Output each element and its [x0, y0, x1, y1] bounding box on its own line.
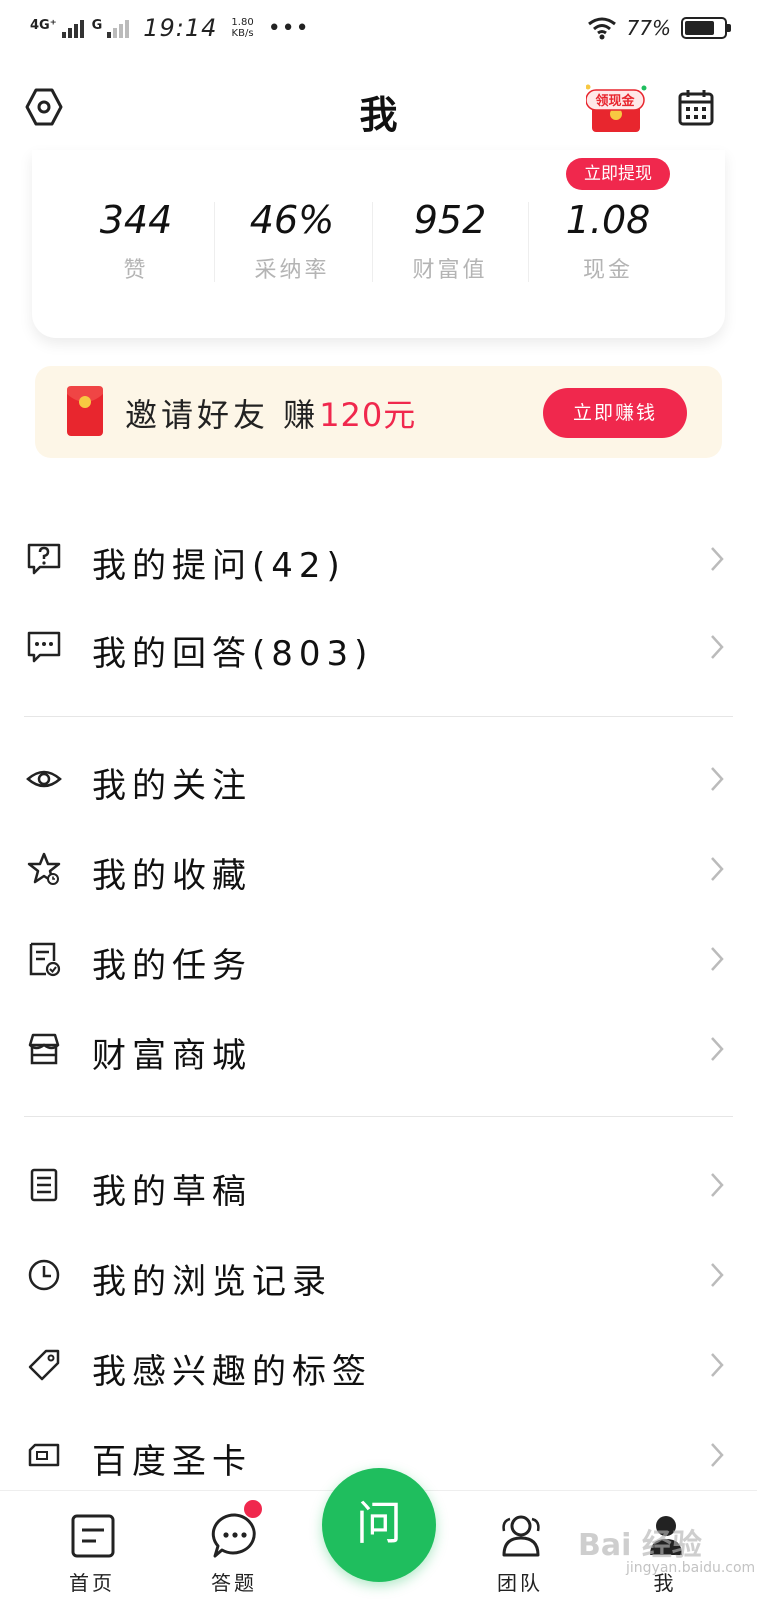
battery-percent: 77%	[626, 16, 671, 40]
stat-adoption-rate[interactable]: 46% 采纳率	[212, 198, 372, 284]
watermark: Bai 经验	[578, 1528, 702, 1563]
chevron-right-icon	[711, 547, 724, 571]
menu-my-questions[interactable]: 我的提问(42)	[0, 514, 757, 604]
menu-browsing-history[interactable]: 我的浏览记录	[0, 1230, 757, 1320]
watermark-url: jingyan.baidu.com	[626, 1560, 756, 1576]
chevron-right-icon	[711, 1353, 724, 1377]
ask-question-button[interactable]: 问	[322, 1468, 436, 1582]
section-divider	[24, 1116, 733, 1117]
stat-cash[interactable]: 1.08 现金	[528, 198, 688, 284]
more-dots-icon: •••	[267, 15, 310, 41]
tab-home[interactable]: 首页	[32, 1491, 152, 1601]
chat-icon	[211, 1513, 256, 1558]
calendar-icon[interactable]	[676, 88, 716, 128]
clock-icon	[28, 1259, 60, 1291]
invite-banner[interactable]: 邀请好友 赚120元 立即赚钱	[35, 366, 722, 458]
cash-envelope-icon[interactable]: 领现金	[586, 84, 648, 134]
home-icon	[71, 1514, 115, 1558]
section-divider	[24, 716, 733, 717]
chevron-right-icon	[711, 767, 724, 791]
eye-icon	[26, 770, 62, 788]
menu-my-tasks[interactable]: 我的任务	[0, 914, 757, 1004]
status-bar: 4G⁺ G 19:14 1.80 KB/s ••• 77%	[0, 0, 757, 56]
chevron-right-icon	[711, 947, 724, 971]
withdraw-now-tag[interactable]: 立即提现	[566, 158, 670, 190]
stats-card: 立即提现 344 赞 46% 采纳率 952 财富值 1.08 现金	[32, 150, 725, 338]
chevron-right-icon	[711, 1263, 724, 1287]
chevron-right-icon	[711, 1173, 724, 1197]
tab-answer[interactable]: 答题	[174, 1491, 294, 1601]
chevron-right-icon	[711, 1443, 724, 1467]
battery-icon	[681, 17, 731, 39]
cash-badge-label: 领现金	[595, 93, 635, 109]
menu-wealth-store[interactable]: 财富商城	[0, 1004, 757, 1094]
chevron-right-icon	[711, 635, 724, 659]
menu-my-favorites[interactable]: 我的收藏	[0, 824, 757, 914]
draft-icon	[30, 1168, 58, 1202]
menu-interest-tags[interactable]: 我感兴趣的标签	[0, 1320, 757, 1410]
network-type: 4G⁺	[30, 18, 57, 33]
stat-likes[interactable]: 344 赞	[56, 198, 216, 284]
clock: 19:14	[143, 14, 218, 42]
tab-team[interactable]: 团队	[460, 1491, 580, 1601]
stat-wealth[interactable]: 952 财富值	[370, 198, 530, 284]
wifi-icon	[587, 17, 616, 40]
tag-icon	[28, 1349, 60, 1381]
star-icon	[27, 852, 61, 885]
chevron-right-icon	[711, 857, 724, 881]
answer-icon	[27, 631, 61, 663]
sim-card-icon	[28, 1443, 60, 1467]
red-envelope-icon	[67, 386, 103, 436]
header: 我 领现金	[0, 60, 757, 160]
network-speed: 1.80 KB/s	[231, 17, 254, 39]
store-icon	[28, 1033, 60, 1065]
menu-my-drafts[interactable]: 我的草稿	[0, 1140, 757, 1230]
question-icon	[27, 543, 61, 575]
signal-icon: 4G⁺ G	[30, 18, 130, 38]
notification-dot	[244, 1500, 262, 1518]
menu-my-answers[interactable]: 我的回答(803)	[0, 602, 757, 692]
earn-now-button[interactable]: 立即赚钱	[543, 388, 687, 438]
network-type-2: G	[91, 18, 103, 33]
menu-my-follows[interactable]: 我的关注	[0, 734, 757, 824]
task-icon	[29, 942, 61, 977]
team-icon	[502, 1515, 540, 1557]
invite-text: 邀请好友 赚120元	[125, 396, 417, 434]
chevron-right-icon	[711, 1037, 724, 1061]
